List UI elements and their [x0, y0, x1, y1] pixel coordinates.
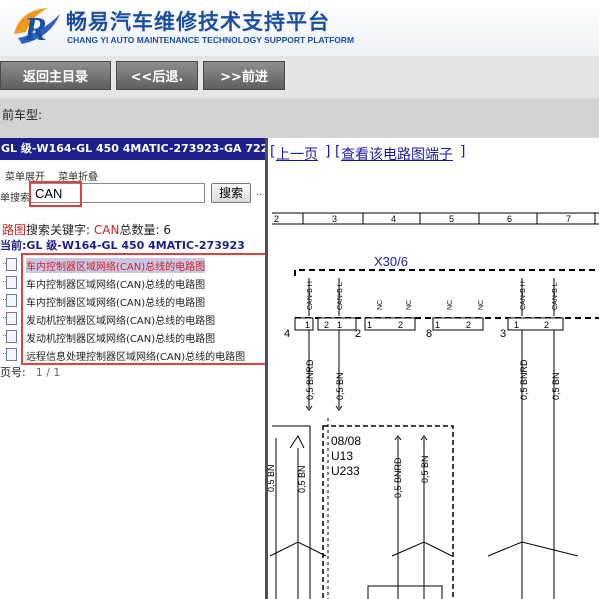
wire-label: 0,5 BN — [335, 372, 345, 400]
header: R 畅易汽车维修技术支持平台 CHANG YI AUTO MAINTENANCE… — [0, 0, 599, 56]
svg-text:1: 1 — [367, 320, 372, 330]
svg-text:1: 1 — [514, 320, 519, 330]
document-icon — [3, 312, 17, 325]
pager: 页号: 1 / 1 — [0, 364, 60, 380]
pin-label: NC — [377, 300, 384, 310]
pin-label: CAN-B H — [520, 281, 527, 310]
app-window: R 畅易汽车维修技术支持平台 CHANG YI AUTO MAINTENANCE… — [0, 0, 599, 599]
svg-text:2: 2 — [324, 320, 329, 330]
module-code: U13 — [331, 449, 353, 463]
grid-number: 6 — [507, 214, 512, 224]
pin-label: CAN-B L — [552, 282, 559, 310]
svg-text:2: 2 — [466, 320, 471, 330]
grid-number: 3 — [332, 214, 337, 224]
highlight-box — [29, 181, 82, 207]
svg-text:1: 1 — [435, 320, 440, 330]
pin-group-number: 8 — [426, 328, 432, 340]
document-icon — [3, 294, 17, 307]
keyword-summary: 路图搜索关键字: CAN总数量: 6 — [2, 221, 171, 238]
more-link[interactable]: .. — [256, 187, 262, 198]
search-button[interactable]: 搜索 — [211, 183, 251, 203]
vehicle-title: GL 级-W164-GL 450 4MATIC-273923-GA 722904 — [0, 138, 265, 160]
count-value: 6 — [163, 223, 171, 237]
wire-label: 0,5 BNRD — [519, 359, 529, 400]
grid-number: 7 — [566, 214, 571, 224]
kw-value: CAN — [93, 223, 120, 237]
grid-number: 5 — [449, 214, 454, 224]
module-code: 08/08 — [331, 434, 361, 448]
pin-label: CAN-B H — [307, 281, 314, 310]
car-type-bar — [0, 98, 599, 138]
svg-text:R: R — [23, 11, 47, 48]
kw-label: 搜索关键字: — [26, 223, 91, 237]
left-panel: GL 级-W164-GL 450 4MATIC-273923-GA 722904… — [0, 138, 267, 599]
wire-label: 0,5 BNRD — [393, 457, 403, 498]
grid-number: 2 — [274, 214, 279, 224]
results-highlight-box — [21, 253, 267, 365]
current-vehicle: 当前:GL 级-W164-GL 450 4MATIC-273923 — [0, 239, 245, 252]
document-icon — [3, 330, 17, 343]
wire-label: 0,5 BNRD — [305, 359, 315, 400]
back-button[interactable]: <<后退. — [116, 61, 198, 90]
page-value: 1 / 1 — [35, 366, 61, 379]
wire-label: 0,5 BN — [420, 455, 430, 483]
app-subtitle: CHANG YI AUTO MAINTENANCE TECHNOLOGY SUP… — [67, 35, 355, 45]
kw-prefix: 路图 — [2, 223, 27, 237]
module-code: U233 — [331, 464, 360, 478]
app-title: 畅易汽车维修技术支持平台 — [66, 10, 330, 34]
document-icon — [3, 348, 17, 361]
pin-label: CAN-B L — [337, 282, 344, 310]
circuit-diagram[interactable]: 2 3 4 5 6 7 X30/6 CAN-B H CAN-B L NC NC … — [268, 138, 599, 599]
pin-group-number: 4 — [284, 328, 290, 340]
car-type-label: 前车型: — [2, 108, 43, 122]
forward-button[interactable]: >>前进 — [203, 61, 285, 90]
wire-label: 0,5 BN — [297, 465, 307, 493]
svg-text:1: 1 — [337, 320, 342, 330]
pin-label: NC — [478, 300, 485, 310]
diagram-panel: [ 上一页 ] [ 查看该电路图端子 ] 2 3 4 5 6 7 X30/6 C… — [268, 138, 599, 599]
svg-text:1: 1 — [305, 320, 310, 330]
wire-label: 0,5 BN — [551, 372, 561, 400]
count-label: 总数量: — [119, 223, 160, 237]
connector-label: X30/6 — [374, 254, 408, 269]
logo-icon: R — [14, 8, 60, 48]
svg-text:0,5 BN: 0,5 BN — [268, 464, 276, 492]
svg-text:2: 2 — [398, 320, 403, 330]
home-button[interactable]: 返回主目录 — [0, 61, 111, 90]
pin-label: NC — [406, 300, 413, 310]
pin-group-number: 3 — [500, 328, 506, 340]
pin-label: NC — [447, 300, 454, 310]
search-label: 单搜索 — [0, 193, 30, 204]
pin-group-number: 2 — [355, 328, 361, 340]
page-label: 页号: — [0, 366, 26, 379]
grid-number: 4 — [391, 214, 396, 224]
document-icon — [3, 258, 17, 271]
nav-bar: 返回主目录 <<后退. >>前进 — [0, 56, 599, 98]
svg-text:2: 2 — [544, 320, 549, 330]
document-icon — [3, 276, 17, 289]
